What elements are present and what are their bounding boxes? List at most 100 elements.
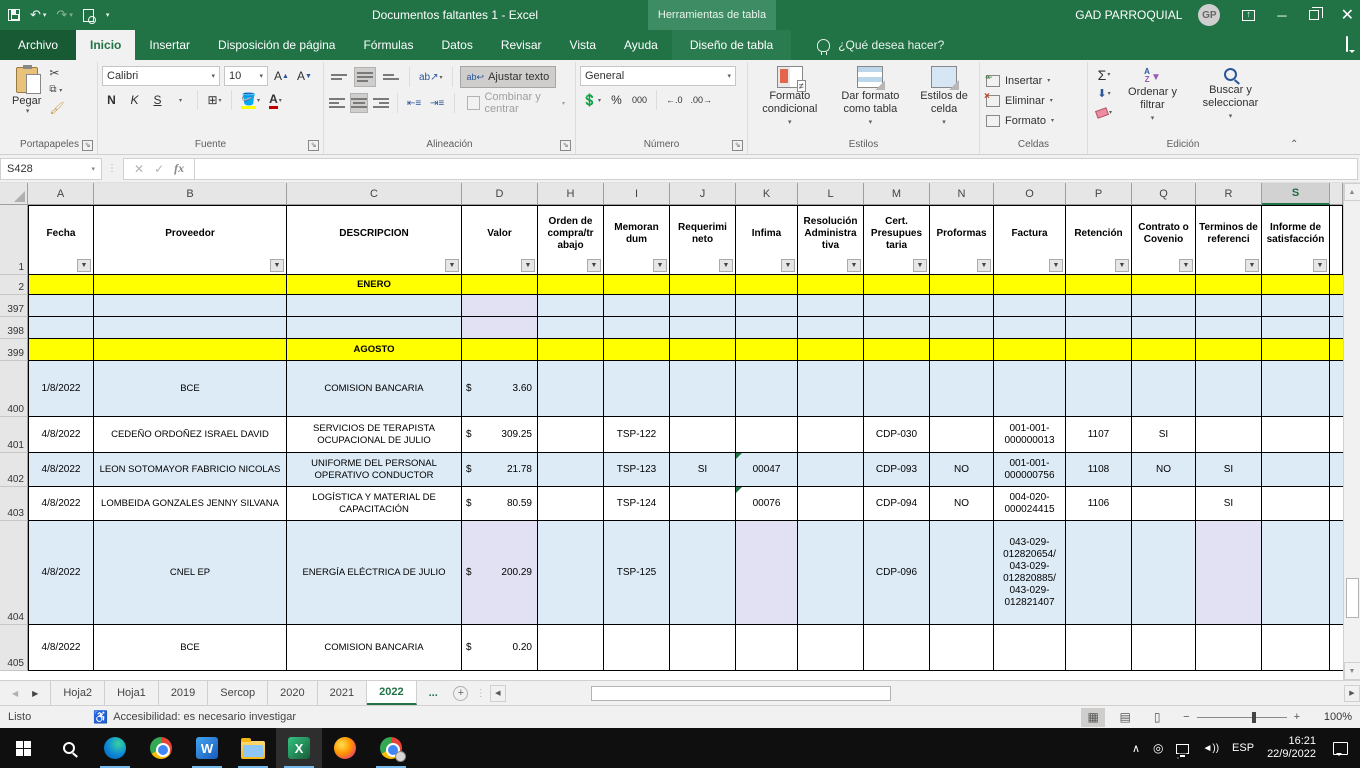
cell-S405[interactable] [1262,625,1330,671]
cell-M400[interactable] [864,361,930,417]
cell-R399[interactable] [1196,339,1262,361]
cell-K398[interactable] [736,317,798,339]
sheet-tab-2022[interactable]: 2022 [367,681,416,705]
cell-B397[interactable] [94,295,287,317]
cell-L399[interactable] [798,339,864,361]
cell-L2[interactable] [798,275,864,295]
column-header-P[interactable]: P [1066,183,1132,205]
cell-N398[interactable] [930,317,994,339]
cell-H403[interactable] [538,487,604,521]
cell-N400[interactable] [930,361,994,417]
formula-input[interactable] [194,158,1358,180]
borders-icon[interactable]: ⊞▾ [205,91,224,110]
cell-R2[interactable] [1196,275,1262,295]
cell-I404[interactable]: TSP-125 [604,521,670,625]
cell-I400[interactable] [604,361,670,417]
clock[interactable]: 16:21 22/9/2022 [1267,735,1316,761]
cell-Q397[interactable] [1132,295,1196,317]
cell-M397[interactable] [864,295,930,317]
comma-style-icon[interactable]: 000 [630,91,649,110]
cell-O2[interactable] [994,275,1066,295]
insert-function-icon[interactable]: fx [174,161,184,176]
number-format-combo[interactable]: General▾ [580,66,736,86]
header-cell-7[interactable]: Requerimi neto▼ [670,205,736,275]
filter-dropdown-icon[interactable]: ▼ [587,259,601,272]
cell-L398[interactable] [798,317,864,339]
cell-R400[interactable] [1196,361,1262,417]
cell-Q402[interactable]: NO [1132,453,1196,487]
conditional-formatting-button[interactable]: Formato condicional▾ [752,64,828,131]
print-preview-icon[interactable] [83,9,94,22]
filter-dropdown-icon[interactable]: ▼ [1049,259,1063,272]
cell-B400[interactable]: BCE [94,361,287,417]
header-cell-11[interactable]: Proformas▼ [930,205,994,275]
zoom-in-icon[interactable]: + [1294,711,1300,723]
cell-K401[interactable] [736,417,798,453]
restore-button[interactable] [1309,10,1319,20]
cell-R404[interactable] [1196,521,1262,625]
cell-H400[interactable] [538,361,604,417]
cell-N403[interactable]: NO [930,487,994,521]
orientation-icon[interactable]: ab↗▾ [417,68,445,87]
cell-B404[interactable]: CNEL EP [94,521,287,625]
comments-icon[interactable] [1346,36,1348,52]
meet-now-icon[interactable]: ◎ [1153,741,1163,755]
header-cell-14[interactable]: Contrato o Covenio▼ [1132,205,1196,275]
column-header-A[interactable]: A [28,183,94,205]
zoom-out-icon[interactable]: − [1183,711,1189,723]
align-top-icon[interactable] [328,67,350,87]
name-box[interactable]: S428▾ [0,158,102,180]
cell-P398[interactable] [1066,317,1132,339]
increase-decimal-icon[interactable]: ←.0 [664,91,685,110]
cell-C403[interactable]: LOGÍSTICA Y MATERIAL DE CAPACITACIÓN [287,487,462,521]
tab-insertar[interactable]: Insertar [135,30,204,60]
taskbar-chrome-profile[interactable] [368,728,414,768]
undo-icon[interactable]: ↶▾ [30,7,46,23]
decrease-decimal-icon[interactable]: .00→ [689,91,715,110]
cell-I399[interactable] [604,339,670,361]
cell-M405[interactable] [864,625,930,671]
column-header-O[interactable]: O [994,183,1066,205]
cell-H401[interactable] [538,417,604,453]
cell-O403[interactable]: 004-020-000024415 [994,487,1066,521]
scroll-right-icon[interactable]: ▶ [1344,685,1360,702]
cell-M398[interactable] [864,317,930,339]
header-cell-4[interactable]: Valor▼ [462,205,538,275]
cell-A397[interactable] [28,295,94,317]
sheet-tab-hoja2[interactable]: Hoja2 [50,681,105,705]
header-cell-5[interactable]: Orden de compra/tr abajo▼ [538,205,604,275]
cell-N401[interactable] [930,417,994,453]
insert-cells-button[interactable]: Insertar▾ [984,71,1052,91]
cell-I405[interactable] [604,625,670,671]
row-header-400[interactable]: 400 [0,361,28,417]
cell-styles-button[interactable]: Estilos de celda▾ [913,64,975,131]
cell-P402[interactable]: 1108 [1066,453,1132,487]
cell-M2[interactable] [864,275,930,295]
fill-icon[interactable]: ⬇▾ [1094,85,1114,102]
format-as-table-button[interactable]: Dar formato como tabla▾ [828,64,913,131]
page-layout-view-icon[interactable]: ▤ [1113,708,1137,727]
cell-P403[interactable]: 1106 [1066,487,1132,521]
cell-Q401[interactable]: SI [1132,417,1196,453]
row-header-397[interactable]: 397 [0,295,28,317]
tab-ayuda[interactable]: Ayuda [610,30,672,60]
format-cells-button[interactable]: Formato▾ [984,111,1056,131]
sheet-nav-right-icon[interactable]: ▶ [32,689,38,698]
tab-datos[interactable]: Datos [427,30,486,60]
cell-C397[interactable] [287,295,462,317]
row-header-404[interactable]: 404 [0,521,28,625]
align-bottom-icon[interactable] [380,67,402,87]
cell-O401[interactable]: 001-001-000000013 [994,417,1066,453]
cell-D403[interactable]: $80.59 [462,487,538,521]
row-header-2[interactable]: 2 [0,275,28,295]
action-center-icon[interactable] [1333,742,1348,755]
cell-H2[interactable] [538,275,604,295]
sheet-tabs-overflow[interactable]: ... [417,681,450,705]
cell-K397[interactable] [736,295,798,317]
header-cell-6[interactable]: Memoran dum▼ [604,205,670,275]
cell-B2[interactable] [94,275,287,295]
header-cell-1[interactable]: Fecha▼ [28,205,94,275]
column-header-J[interactable]: J [670,183,736,205]
cell-D402[interactable]: $21.78 [462,453,538,487]
filter-dropdown-icon[interactable]: ▼ [77,259,91,272]
